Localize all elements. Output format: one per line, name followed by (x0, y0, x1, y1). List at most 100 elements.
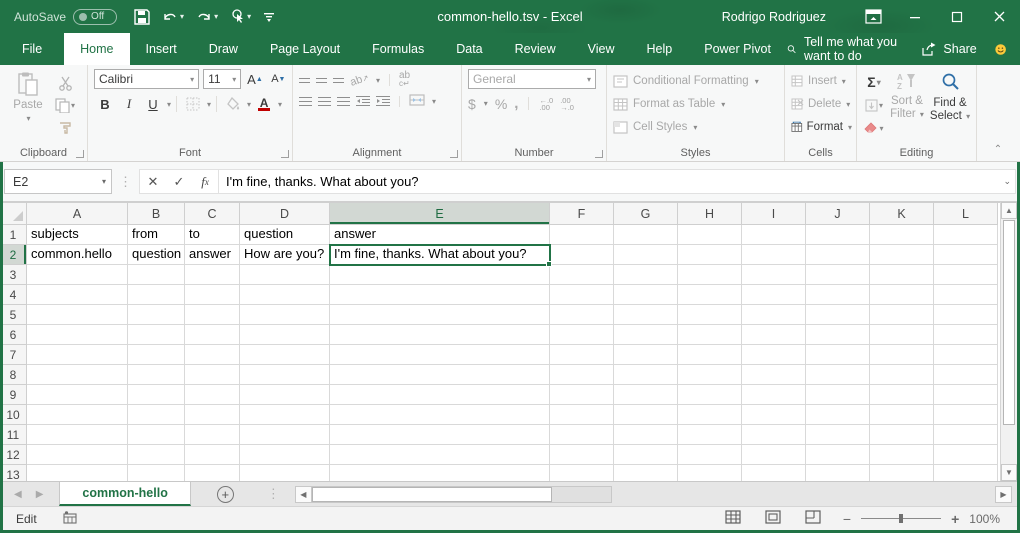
cell-E6[interactable] (330, 325, 550, 345)
cell-H7[interactable] (678, 345, 742, 365)
zoom-slider[interactable] (861, 518, 941, 519)
cell-I8[interactable] (742, 365, 806, 385)
merge-center-caret-icon[interactable]: ▾ (432, 97, 436, 106)
zoom-out-button[interactable]: − (843, 511, 851, 527)
formula-bar-expand-icon[interactable]: ⌄ (1003, 176, 1015, 187)
insert-function-button[interactable]: fx (192, 170, 218, 193)
increase-font-size-button[interactable]: A▲ (245, 69, 264, 89)
align-left-icon[interactable] (299, 97, 312, 106)
column-header-E[interactable]: E (330, 203, 550, 225)
maximize-button[interactable] (936, 0, 978, 33)
cell-H8[interactable] (678, 365, 742, 385)
cell-B11[interactable] (128, 425, 185, 445)
increase-indent-icon[interactable] (376, 95, 390, 109)
row-header-4[interactable]: 4 (0, 285, 27, 305)
row-header-8[interactable]: 8 (0, 365, 27, 385)
cell-G3[interactable] (614, 265, 678, 285)
cell-B9[interactable] (128, 385, 185, 405)
cell-K6[interactable] (870, 325, 934, 345)
align-right-icon[interactable] (337, 97, 350, 106)
merge-center-button[interactable] (409, 94, 425, 109)
cell-H1[interactable] (678, 225, 742, 245)
horizontal-scroll-thumb[interactable] (312, 487, 552, 502)
cell-A10[interactable] (27, 405, 128, 425)
cell-D3[interactable] (240, 265, 330, 285)
cell-H3[interactable] (678, 265, 742, 285)
cell-H2[interactable] (678, 245, 742, 265)
cell-I4[interactable] (742, 285, 806, 305)
cell-H13[interactable] (678, 465, 742, 482)
select-all-corner[interactable] (0, 203, 27, 225)
redo-dropdown-caret-icon[interactable]: ▾ (214, 12, 218, 21)
cell-A9[interactable] (27, 385, 128, 405)
cell-E8[interactable] (330, 365, 550, 385)
cell-G5[interactable] (614, 305, 678, 325)
autosave-toggle[interactable]: AutoSave Off (14, 9, 117, 25)
cell-G8[interactable] (614, 365, 678, 385)
cell-H12[interactable] (678, 445, 742, 465)
cell-G6[interactable] (614, 325, 678, 345)
tab-help[interactable]: Help (631, 33, 689, 65)
cell-J6[interactable] (806, 325, 870, 345)
cell-F8[interactable] (550, 365, 614, 385)
ribbon-display-options-button[interactable] (852, 0, 894, 33)
cell-C13[interactable] (185, 465, 240, 482)
insert-cells-button[interactable]: Insert ▾ (791, 71, 852, 91)
cell-D10[interactable] (240, 405, 330, 425)
cell-K10[interactable] (870, 405, 934, 425)
number-format-select[interactable]: General ▾ (468, 69, 596, 89)
tab-power-pivot[interactable]: Power Pivot (688, 33, 787, 65)
column-header-F[interactable]: F (550, 203, 614, 225)
scroll-up-icon[interactable]: ▲ (1001, 202, 1017, 219)
cell-F2[interactable] (550, 245, 614, 265)
cell-K3[interactable] (870, 265, 934, 285)
font-color-caret-icon[interactable]: ▾ (278, 100, 282, 109)
cell-D1[interactable]: question (240, 225, 330, 245)
horizontal-scrollbar[interactable]: ◀ (295, 486, 612, 503)
top-align-icon[interactable] (299, 78, 310, 83)
cell-J2[interactable] (806, 245, 870, 265)
scroll-left-icon[interactable]: ◀ (295, 486, 312, 503)
cell-B4[interactable] (128, 285, 185, 305)
cell-F7[interactable] (550, 345, 614, 365)
cell-L3[interactable] (934, 265, 998, 285)
customize-qat-button[interactable] (260, 9, 278, 25)
row-header-6[interactable]: 6 (0, 325, 27, 345)
save-button[interactable] (131, 7, 153, 27)
cell-L5[interactable] (934, 305, 998, 325)
cell-J8[interactable] (806, 365, 870, 385)
cell-C2[interactable]: answer (185, 245, 240, 265)
cell-E4[interactable] (330, 285, 550, 305)
add-sheet-button[interactable]: + (191, 482, 260, 506)
cell-I9[interactable] (742, 385, 806, 405)
cell-E3[interactable] (330, 265, 550, 285)
delete-cells-button[interactable]: Delete ▾ (791, 94, 852, 114)
cell-H5[interactable] (678, 305, 742, 325)
format-cells-button[interactable]: Format ▾ (791, 117, 852, 137)
cell-F4[interactable] (550, 285, 614, 305)
redo-button[interactable]: ▾ (193, 8, 221, 26)
cell-G9[interactable] (614, 385, 678, 405)
paste-caret-icon[interactable]: ▾ (26, 114, 30, 123)
bold-button[interactable]: B (94, 94, 116, 114)
cell-J12[interactable] (806, 445, 870, 465)
cell-K12[interactable] (870, 445, 934, 465)
macro-record-icon[interactable] (63, 511, 77, 527)
cell-C12[interactable] (185, 445, 240, 465)
cell-A7[interactable] (27, 345, 128, 365)
font-dialog-launcher-icon[interactable] (281, 150, 289, 158)
tab-insert[interactable]: Insert (130, 33, 193, 65)
cell-E13[interactable] (330, 465, 550, 482)
normal-view-button[interactable] (725, 510, 741, 527)
cell-C8[interactable] (185, 365, 240, 385)
paste-button[interactable]: Paste ▾ (6, 69, 50, 144)
cell-L2[interactable] (934, 245, 998, 265)
cell-C6[interactable] (185, 325, 240, 345)
cell-E12[interactable] (330, 445, 550, 465)
currency-caret-icon[interactable]: ▾ (484, 99, 488, 108)
cell-G11[interactable] (614, 425, 678, 445)
scroll-right-icon[interactable]: ▶ (995, 486, 1012, 503)
cell-B1[interactable]: from (128, 225, 185, 245)
cell-D7[interactable] (240, 345, 330, 365)
enter-entry-button[interactable]: ✓ (166, 170, 192, 193)
